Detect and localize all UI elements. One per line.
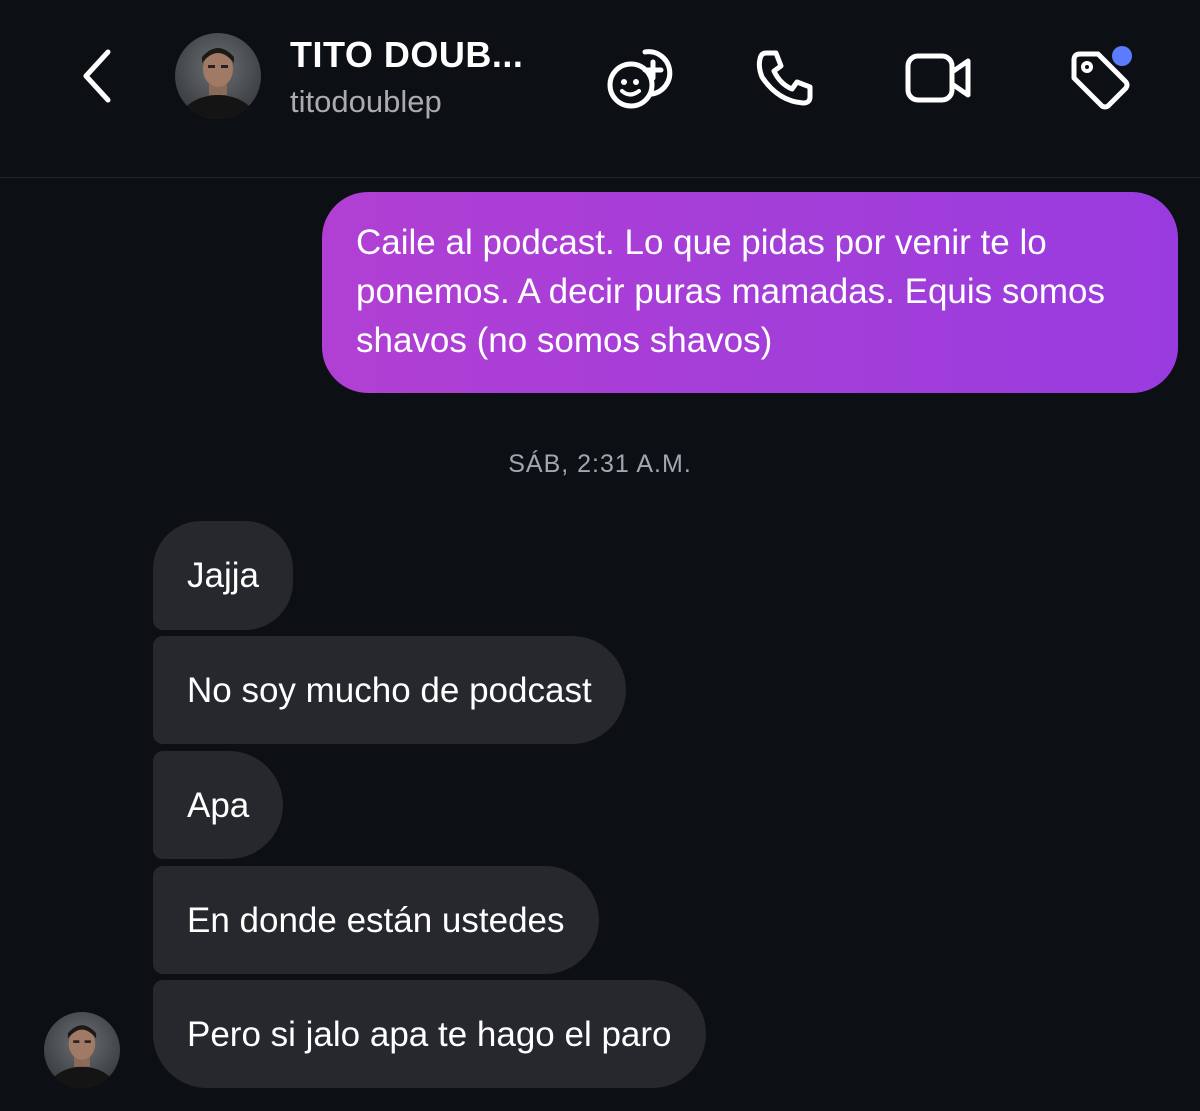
contact-handle[interactable]: titodoublep [290, 84, 442, 120]
chat-header: TITO DOUB... titodoublep [0, 0, 1200, 178]
incoming-message[interactable]: Pero si jalo apa te hago el paro [153, 980, 706, 1088]
video-call-button[interactable] [898, 38, 978, 118]
message-timestamp: SÁB, 2:31 A.M. [508, 450, 692, 478]
sticker-add-icon [607, 49, 673, 109]
avatar-image [44, 1012, 120, 1088]
outgoing-message[interactable]: Caile al podcast. Lo que pidas por venir… [322, 192, 1178, 393]
video-camera-icon [905, 53, 971, 103]
tag-button[interactable] [1058, 38, 1138, 118]
effects-button[interactable] [598, 38, 678, 118]
sender-avatar[interactable] [44, 1012, 120, 1088]
incoming-message[interactable]: No soy mucho de podcast [153, 636, 626, 744]
contact-name[interactable]: TITO DOUB... [290, 34, 523, 76]
back-button[interactable] [70, 40, 126, 112]
notification-dot [1112, 46, 1132, 66]
incoming-message[interactable]: Jajja [153, 521, 293, 630]
phone-icon [756, 50, 813, 106]
incoming-message[interactable]: Apa [153, 751, 284, 859]
avatar-image [175, 33, 261, 119]
chevron-left-icon [83, 49, 111, 103]
contact-avatar[interactable] [175, 33, 261, 119]
call-button[interactable] [745, 38, 825, 118]
incoming-message[interactable]: En donde están ustedes [153, 866, 599, 974]
